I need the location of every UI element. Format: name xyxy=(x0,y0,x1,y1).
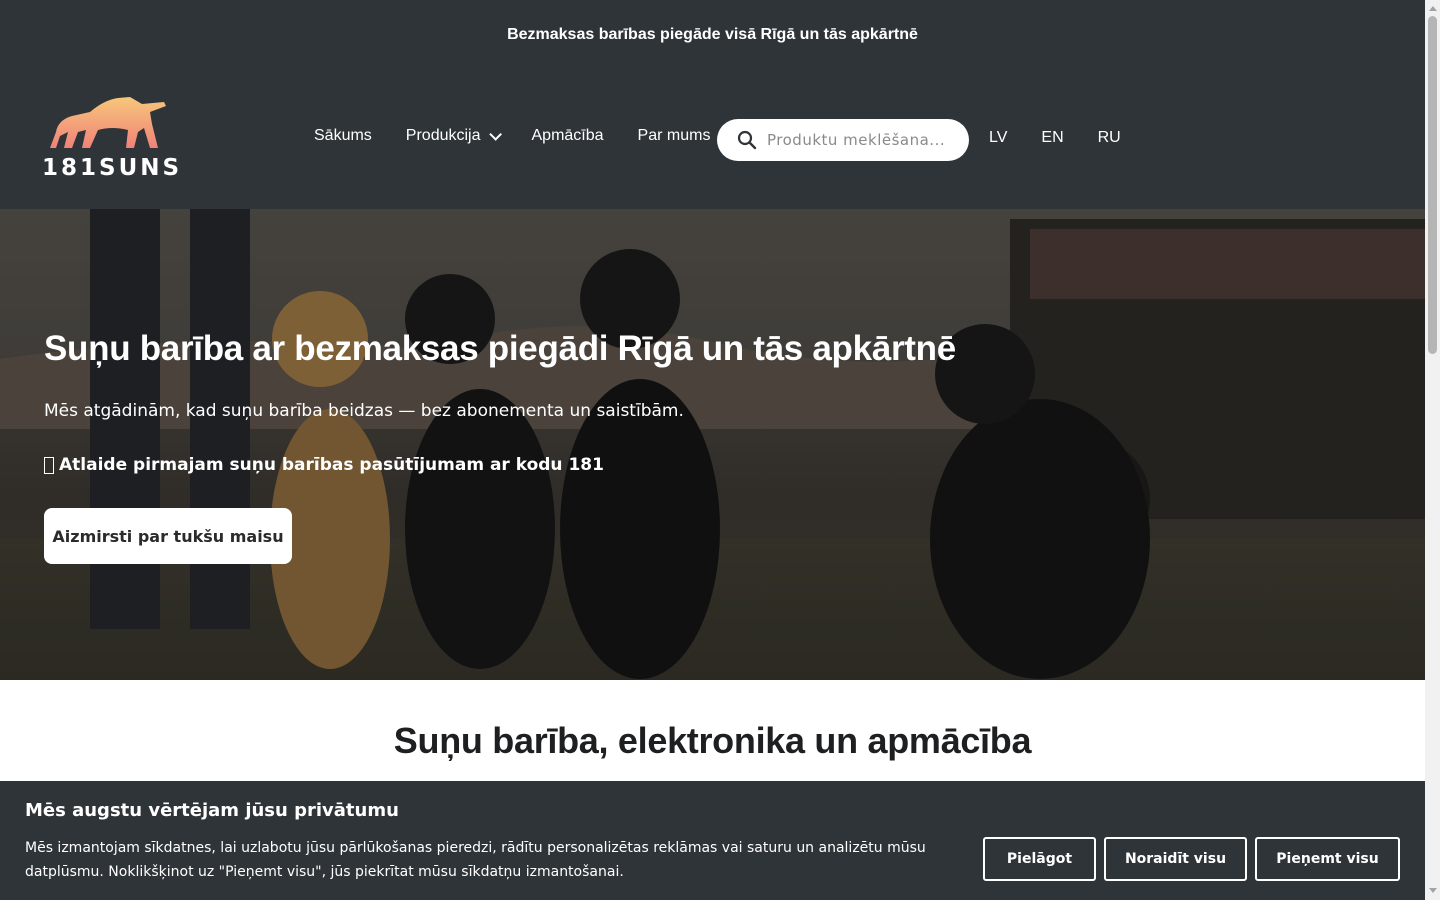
site-header: 181SUNS Sākums Produkcija Apmācība Par m… xyxy=(0,70,1425,209)
scroll-up-arrow-icon[interactable] xyxy=(1429,6,1437,11)
nav-item-about[interactable]: Par mums xyxy=(638,127,711,145)
language-switcher: LV EN RU xyxy=(989,129,1155,147)
hero-title: Suņu barība ar bezmaksas piegādi Rīgā un… xyxy=(44,329,956,368)
chevron-down-icon xyxy=(488,127,502,141)
hero-subtitle: Mēs atgādinām, kad suņu barība beidzas —… xyxy=(44,401,684,421)
hero-cta-button[interactable]: Aizmirsti par tukšu maisu xyxy=(44,508,292,564)
logo-wordmark: 181SUNS xyxy=(42,155,183,181)
lang-en[interactable]: EN xyxy=(1041,129,1063,147)
scrollbar-thumb[interactable] xyxy=(1428,16,1437,354)
lang-ru[interactable]: RU xyxy=(1098,129,1121,147)
dog-logo-icon xyxy=(50,97,166,148)
nav-item-training[interactable]: Apmācība xyxy=(532,127,604,145)
cookie-reject-button[interactable]: Noraidīt visu xyxy=(1104,837,1247,881)
search-bar xyxy=(717,119,969,161)
missing-glyph-icon xyxy=(44,456,54,474)
nav-item-label: Apmācība xyxy=(531,127,604,144)
search-icon[interactable] xyxy=(737,130,757,150)
nav-item-label: Sākums xyxy=(314,127,372,144)
hero-promo-text: Atlaide pirmajam suņu barības pasūtījuma… xyxy=(59,455,604,475)
nav-item-label: Produkcija xyxy=(405,127,481,144)
cookie-text: Mēs izmantojam sīkdatnes, lai uzlabotu j… xyxy=(25,840,926,880)
cookie-title: Mēs augstu vērtējam jūsu privātumu xyxy=(25,800,399,821)
nav-item-home[interactable]: Sākums xyxy=(314,127,372,145)
announcement-bar: Bezmaksas barības piegāde visā Rīgā un t… xyxy=(0,0,1425,70)
cookie-banner: Mēs augstu vērtējam jūsu privātumu Mēs i… xyxy=(0,781,1425,900)
main-nav: Sākums Produkcija Apmācība Par mums xyxy=(314,127,744,145)
page-scrollbar[interactable] xyxy=(1425,0,1440,900)
page: Bezmaksas barības piegāde visā Rīgā un t… xyxy=(0,0,1425,900)
hero-promo: Atlaide pirmajam suņu barības pasūtījuma… xyxy=(44,455,604,475)
search-input[interactable] xyxy=(767,119,957,161)
announcement-text: Bezmaksas barības piegāde visā Rīgā un t… xyxy=(507,26,918,43)
cookie-customize-button[interactable]: Pielāgot xyxy=(983,837,1096,881)
hero-overlay xyxy=(0,209,1425,680)
lang-lv[interactable]: LV xyxy=(989,129,1007,147)
nav-item-label: Par mums xyxy=(637,127,711,144)
hero-banner: Suņu barība ar bezmaksas piegādi Rīgā un… xyxy=(0,209,1425,680)
cookie-accept-button[interactable]: Pieņemt visu xyxy=(1255,837,1400,881)
scroll-down-arrow-icon[interactable] xyxy=(1429,888,1437,893)
site-logo[interactable]: 181SUNS xyxy=(42,96,179,182)
nav-item-products[interactable]: Produkcija xyxy=(405,127,502,145)
section-title: Suņu barība, elektronika un apmācība xyxy=(393,720,1032,761)
